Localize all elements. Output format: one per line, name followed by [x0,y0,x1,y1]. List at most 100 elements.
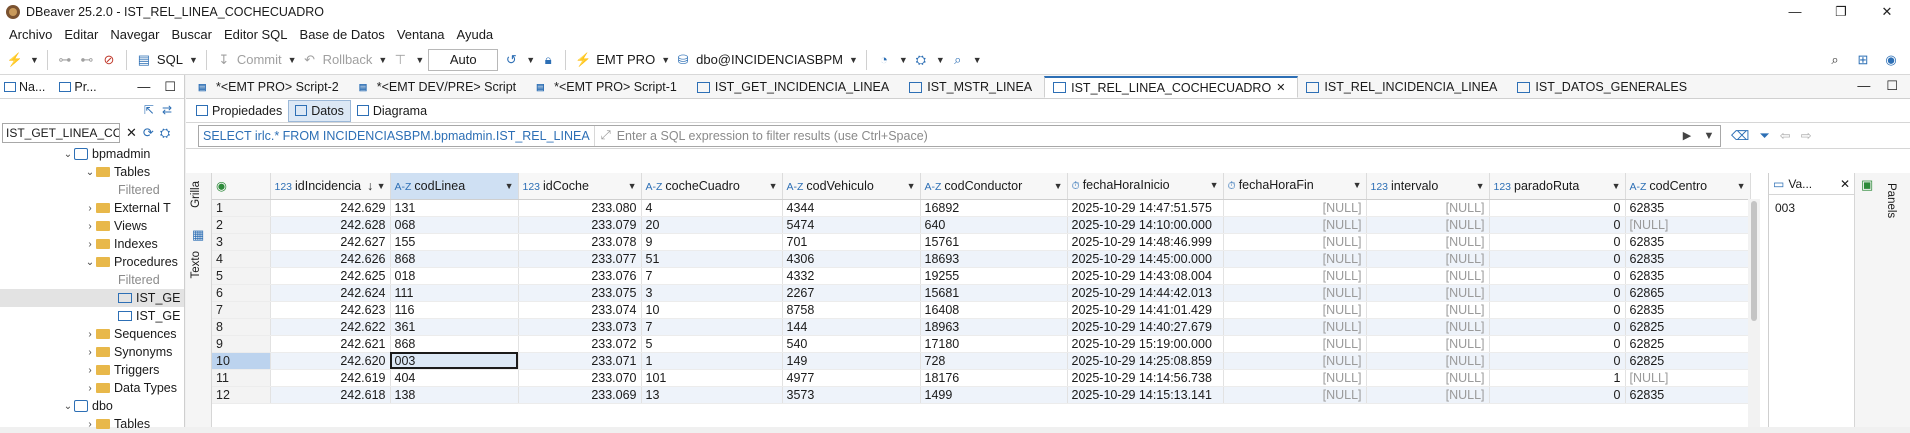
row-number[interactable]: 4 [212,250,271,268]
minimize-icon[interactable]: — [1857,78,1870,94]
table-row[interactable]: 5 242.625 018 233.076 7 4332 19255 2025-10-29 1… [212,267,1751,285]
table-cell[interactable]: 131 [390,199,519,217]
table-cell[interactable]: 62835 [1625,267,1751,285]
table-cell[interactable]: [NULL] [1366,386,1490,404]
new-connection-icon[interactable]: ⚡ [6,49,24,71]
panels-label[interactable]: Panels [1885,183,1897,218]
table-cell[interactable]: [NULL] [1223,284,1367,302]
menu-archivo[interactable]: Archivo [3,27,58,42]
editor-tab[interactable]: IST_REL_INCIDENCIA_LINEA [1298,76,1509,98]
table-cell[interactable]: 62865 [1625,284,1751,302]
column-header[interactable]: ⏱ fechaHoraFin ▼ [1223,173,1367,200]
table-cell[interactable]: 540 [782,335,921,353]
table-cell[interactable]: 0 [1489,386,1626,404]
table-cell[interactable]: [NULL] [1223,369,1367,387]
tree-item[interactable]: › Triggers [0,361,184,379]
tree-item[interactable]: › Sequences [0,325,184,343]
table-cell[interactable]: 868 [390,250,519,268]
table-cell[interactable]: [NULL] [1366,199,1490,217]
row-number[interactable]: 5 [212,267,271,285]
chevron-down-icon[interactable]: ▼ [973,55,982,65]
table-cell[interactable]: 233.069 [518,386,642,404]
close-tab-icon[interactable]: ✕ [1276,81,1285,94]
select-all-icon[interactable]: ◉ [216,179,227,193]
table-cell[interactable]: 0 [1489,352,1626,370]
menu-navegar[interactable]: Navegar [104,27,165,42]
table-cell[interactable]: [NULL] [1223,233,1367,251]
table-cell[interactable]: 233.072 [518,335,642,353]
table-cell[interactable]: 3 [641,284,783,302]
table-cell[interactable]: 701 [782,233,921,251]
table-cell[interactable]: 17180 [920,335,1068,353]
chevron-down-icon[interactable]: ▼ [849,55,858,65]
save-icon[interactable]: ▣ [1861,177,1873,193]
apply-filter-icon[interactable]: ▶ [1676,129,1698,142]
active-schema-selector[interactable]: dbo@INCIDENCIASBPM [696,52,843,67]
table-cell[interactable]: 138 [390,386,519,404]
column-header[interactable]: A-Z codVehiculo ▼ [782,173,921,200]
table-cell[interactable]: [NULL] [1625,369,1751,387]
chevron-down-icon[interactable]: ▼ [378,55,387,65]
vertical-scrollbar[interactable] [1748,199,1760,427]
column-menu-icon[interactable]: ▼ [1353,180,1362,190]
tree-item[interactable]: IST_GE [0,289,184,307]
table-cell[interactable]: 0 [1489,199,1626,217]
table-cell[interactable]: 62835 [1625,386,1751,404]
table-cell[interactable]: 2025-10-29 15:19:00.000 [1067,335,1224,353]
table-row[interactable]: 4 242.626 868 233.077 51 4306 18693 2025-10-29 … [212,250,1751,268]
tab-texto[interactable]: Texto [190,251,202,279]
tree-item[interactable]: Filtered [0,181,184,199]
table-cell[interactable]: 361 [390,318,519,336]
table-cell[interactable]: 5474 [782,216,921,234]
table-cell[interactable]: [NULL] [1223,267,1367,285]
table-cell[interactable]: [NULL] [1223,250,1367,268]
maximize-button[interactable]: ❐ [1818,4,1864,20]
table-cell[interactable]: 233.080 [518,199,642,217]
tree-item[interactable]: ⌄ dbo [0,397,184,415]
table-row[interactable]: 9 242.621 868 233.072 5 540 17180 2025-10-29 15… [212,335,1751,353]
commit-button[interactable]: Commit [237,52,282,67]
table-cell[interactable]: 068 [390,216,519,234]
table-cell[interactable]: [NULL] [1223,386,1367,404]
table-cell[interactable]: 2025-10-29 14:47:51.575 [1067,199,1224,217]
close-window-button[interactable]: ✕ [1864,4,1910,20]
editor-tab[interactable]: ▤ *<EMT PRO> Script-1 [528,76,689,98]
table-row[interactable]: 3 242.627 155 233.078 9 701 15761 2025-10-29 14… [212,233,1751,251]
column-menu-icon[interactable]: ▼ [1612,181,1621,191]
collapse-all-icon[interactable]: ⇱ [144,103,154,117]
tree-item[interactable]: › Data Types [0,379,184,397]
table-cell[interactable]: 9 [641,233,783,251]
tab-diagrama[interactable]: Diagrama [351,100,433,122]
table-cell[interactable]: 242.623 [270,301,391,319]
table-cell[interactable]: 0 [1489,318,1626,336]
back-icon[interactable]: ⇦ [1780,128,1791,144]
editor-tab[interactable]: IST_REL_LINEA_COCHECUADRO ✕ [1044,76,1299,98]
sort-desc-icon[interactable]: ↓ [367,179,373,193]
column-header[interactable]: A-Z codCentro ▼ [1625,173,1751,200]
table-cell[interactable]: 2025-10-29 14:15:13.141 [1067,386,1224,404]
table-cell[interactable]: 242.622 [270,318,391,336]
table-cell[interactable]: 242.629 [270,199,391,217]
filter-history-icon[interactable]: ▼ [1698,130,1720,142]
table-cell[interactable]: 233.075 [518,284,642,302]
tab-navigator[interactable]: Na... [4,80,45,94]
table-cell[interactable]: 242.628 [270,216,391,234]
table-cell[interactable]: 0 [1489,335,1626,353]
table-cell[interactable]: 0 [1489,233,1626,251]
menu-buscar[interactable]: Buscar [165,27,217,42]
tab-projects[interactable]: Pr... [59,80,97,94]
table-row[interactable]: 6 242.624 111 233.075 3 2267 15681 2025-10-29 1… [212,284,1751,302]
table-row[interactable]: 11 242.619 404 233.070 101 4977 18176 2025-10-2… [212,369,1751,387]
table-cell[interactable]: 19255 [920,267,1068,285]
table-cell[interactable]: [NULL] [1366,216,1490,234]
table-cell[interactable]: 149 [782,352,921,370]
collapsed-arrow-icon[interactable]: › [84,329,96,340]
table-cell[interactable]: 233.078 [518,233,642,251]
close-icon[interactable]: ✕ [1840,177,1854,191]
column-menu-icon[interactable]: ▼ [505,181,514,191]
clear-icon[interactable]: ✕ [126,125,137,141]
column-menu-icon[interactable]: ▼ [907,181,916,191]
table-cell[interactable]: 2025-10-29 14:45:00.000 [1067,250,1224,268]
row-number[interactable]: 3 [212,233,271,251]
menu-ventana[interactable]: Ventana [391,27,451,42]
